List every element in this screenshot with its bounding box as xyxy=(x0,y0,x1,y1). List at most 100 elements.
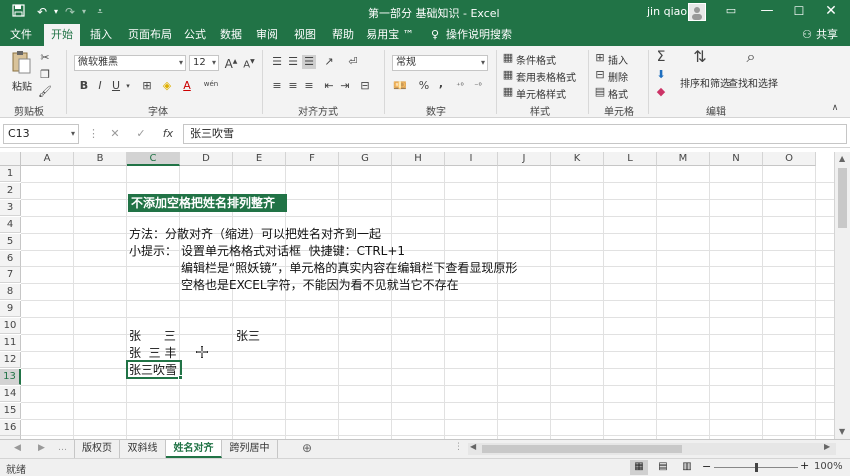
column-header-b[interactable]: B xyxy=(74,152,127,166)
sheet-next-icon[interactable]: ▶ xyxy=(38,443,45,453)
title-cell[interactable]: 不添加空格把姓名排列整齐 xyxy=(128,194,287,212)
tab-review[interactable]: 审阅 xyxy=(252,24,282,46)
zoom-slider-thumb[interactable] xyxy=(755,463,758,472)
align-bottom-icon[interactable]: ☰ xyxy=(302,55,316,69)
row-header-15[interactable]: 15 xyxy=(0,402,21,419)
select-all-corner[interactable] xyxy=(0,152,21,166)
row-header-11[interactable]: 11 xyxy=(0,335,21,351)
row-header-16[interactable]: 16 xyxy=(0,419,21,436)
sort-filter-button[interactable]: 排序和筛选 xyxy=(680,75,730,90)
increase-decimal-icon[interactable]: ⁺⁰ xyxy=(452,79,468,93)
delete-cells-button[interactable]: 删除 xyxy=(608,69,628,84)
decrease-decimal-icon[interactable]: ⁻⁰ xyxy=(470,79,486,93)
save-icon[interactable] xyxy=(10,4,26,20)
column-header-a[interactable]: A xyxy=(21,152,74,166)
scroll-up-icon[interactable]: ▲ xyxy=(839,154,845,163)
collapse-ribbon-icon[interactable]: ∧ xyxy=(828,101,842,115)
sheet-tab-center-across[interactable]: 跨列居中 xyxy=(222,440,278,458)
table-format-button[interactable]: 套用表格格式 xyxy=(516,69,576,84)
scroll-right-icon[interactable]: ▶ xyxy=(824,442,830,451)
tab-data[interactable]: 数据 xyxy=(216,24,246,46)
row-header-8[interactable]: 8 xyxy=(0,284,21,301)
name-box[interactable]: C13 ▾ xyxy=(3,124,79,144)
row-header-7[interactable]: 7 xyxy=(0,267,21,284)
percent-button[interactable]: % xyxy=(418,79,430,93)
cancel-icon[interactable]: ✕ xyxy=(108,127,122,141)
row-header-13[interactable]: 13 xyxy=(0,368,21,385)
grow-font-icon[interactable]: A▲ xyxy=(224,55,238,71)
paste-button[interactable]: 粘贴 xyxy=(12,78,32,93)
tab-home[interactable]: 开始 xyxy=(44,24,80,46)
font-size-select[interactable]: 12 ▾ xyxy=(189,55,219,71)
bold-button[interactable]: B xyxy=(78,79,90,93)
page-break-view-icon[interactable]: ▥ xyxy=(678,460,696,475)
tab-help[interactable]: 帮助 xyxy=(328,24,358,46)
zoom-level[interactable]: 100% xyxy=(814,461,843,472)
vertical-scrollbar[interactable]: ▲ ▼ xyxy=(834,152,850,439)
note-line-formula-bar[interactable]: 编辑栏是“照妖镜”，单元格的真实内容在编辑栏下查看显现原形 xyxy=(181,260,517,276)
column-header-i[interactable]: I xyxy=(445,152,498,166)
row-header-10[interactable]: 10 xyxy=(0,318,21,335)
phonetic-button[interactable]: wén xyxy=(200,77,222,91)
selected-cell[interactable] xyxy=(126,360,182,379)
paste-icon[interactable] xyxy=(10,50,32,76)
tab-split-icon[interactable]: ⋮ xyxy=(454,442,463,452)
sheet-tab-name-align[interactable]: 姓名对齐 xyxy=(166,440,222,458)
note-line-space[interactable]: 空格也是EXCEL字符，不能因为看不见就当它不存在 xyxy=(181,277,459,293)
insert-cells-button[interactable]: 插入 xyxy=(608,52,628,67)
name-cell-e11[interactable]: 张三 xyxy=(236,328,260,344)
sheet-tab-diagonal[interactable]: 双斜线 xyxy=(120,440,166,458)
font-name-select[interactable]: 微软雅黑 ▾ xyxy=(74,55,186,71)
cell-styles-button[interactable]: 单元格样式 xyxy=(516,86,566,101)
share-button[interactable]: 共享 xyxy=(814,24,840,46)
scroll-left-icon[interactable]: ◀ xyxy=(470,442,476,451)
orientation-icon[interactable]: ↗ xyxy=(322,55,336,69)
tab-insert[interactable]: 插入 xyxy=(84,24,118,46)
row-header-4[interactable]: 4 xyxy=(0,216,21,233)
insert-function-button[interactable]: fx xyxy=(160,127,176,141)
name-cell-c12[interactable]: 张 三 丰 xyxy=(129,345,176,361)
customize-qat-icon[interactable]: ⩡ xyxy=(92,4,108,20)
row-header-6[interactable]: 6 xyxy=(0,250,21,267)
align-left-icon[interactable]: ≡ xyxy=(270,79,284,93)
merge-center-icon[interactable]: ⊟ xyxy=(358,79,372,93)
border-icon[interactable]: ⊞ xyxy=(140,79,154,93)
column-header-k[interactable]: K xyxy=(551,152,604,166)
normal-view-icon[interactable]: ▦ xyxy=(630,460,648,475)
cut-icon[interactable]: ✂ xyxy=(38,51,52,65)
align-center-icon[interactable]: ≡ xyxy=(286,79,300,93)
row-header-5[interactable]: 5 xyxy=(0,233,21,250)
tab-file[interactable]: 文件 xyxy=(4,24,38,46)
wrap-text-icon[interactable]: ⏎ xyxy=(346,55,360,69)
column-header-d[interactable]: D xyxy=(180,152,233,166)
conditional-format-button[interactable]: 条件格式 xyxy=(516,52,556,67)
accounting-format-icon[interactable]: 💴 xyxy=(392,79,408,93)
note-line-tip-label[interactable]: 小提示： xyxy=(129,243,177,259)
sheet-tab-copyright[interactable]: 版权页 xyxy=(74,440,120,458)
underline-dropdown-icon[interactable]: ▾ xyxy=(124,79,132,93)
restore-icon[interactable]: ☐ xyxy=(782,0,816,24)
tab-yiyongbao[interactable]: 易用宝 ™ xyxy=(366,24,414,46)
clear-icon[interactable]: ◆ xyxy=(654,85,668,99)
column-header-e[interactable]: E xyxy=(233,152,286,166)
increase-indent-icon[interactable]: ⇥ xyxy=(338,79,352,93)
sort-filter-icon[interactable]: ⇅ xyxy=(688,49,712,72)
fill-color-icon[interactable]: ◈ xyxy=(160,79,174,93)
format-painter-icon[interactable]: 🖌 xyxy=(38,85,52,99)
enter-icon[interactable]: ✓ xyxy=(134,127,148,141)
sheet-prev-icon[interactable]: ◀ xyxy=(14,443,21,453)
column-header-m[interactable]: M xyxy=(657,152,710,166)
redo-dropdown-icon[interactable]: ▾ xyxy=(76,4,92,20)
tell-me-search[interactable]: 操作说明搜索 xyxy=(446,24,512,46)
close-icon[interactable]: ✕ xyxy=(814,0,848,24)
scroll-down-icon[interactable]: ▼ xyxy=(839,427,845,436)
row-header-12[interactable]: 12 xyxy=(0,351,21,368)
fill-icon[interactable]: ⬇ xyxy=(654,68,668,82)
name-cell-c11[interactable]: 张 三 xyxy=(129,328,176,344)
column-header-n[interactable]: N xyxy=(710,152,763,166)
column-header-l[interactable]: L xyxy=(604,152,657,166)
worksheet-grid[interactable]: ABCDEFGHIJKLMNO 123456789101112131415161… xyxy=(0,152,834,439)
decrease-indent-icon[interactable]: ⇤ xyxy=(322,79,336,93)
align-middle-icon[interactable]: ☰ xyxy=(286,55,300,69)
column-header-h[interactable]: H xyxy=(392,152,445,166)
